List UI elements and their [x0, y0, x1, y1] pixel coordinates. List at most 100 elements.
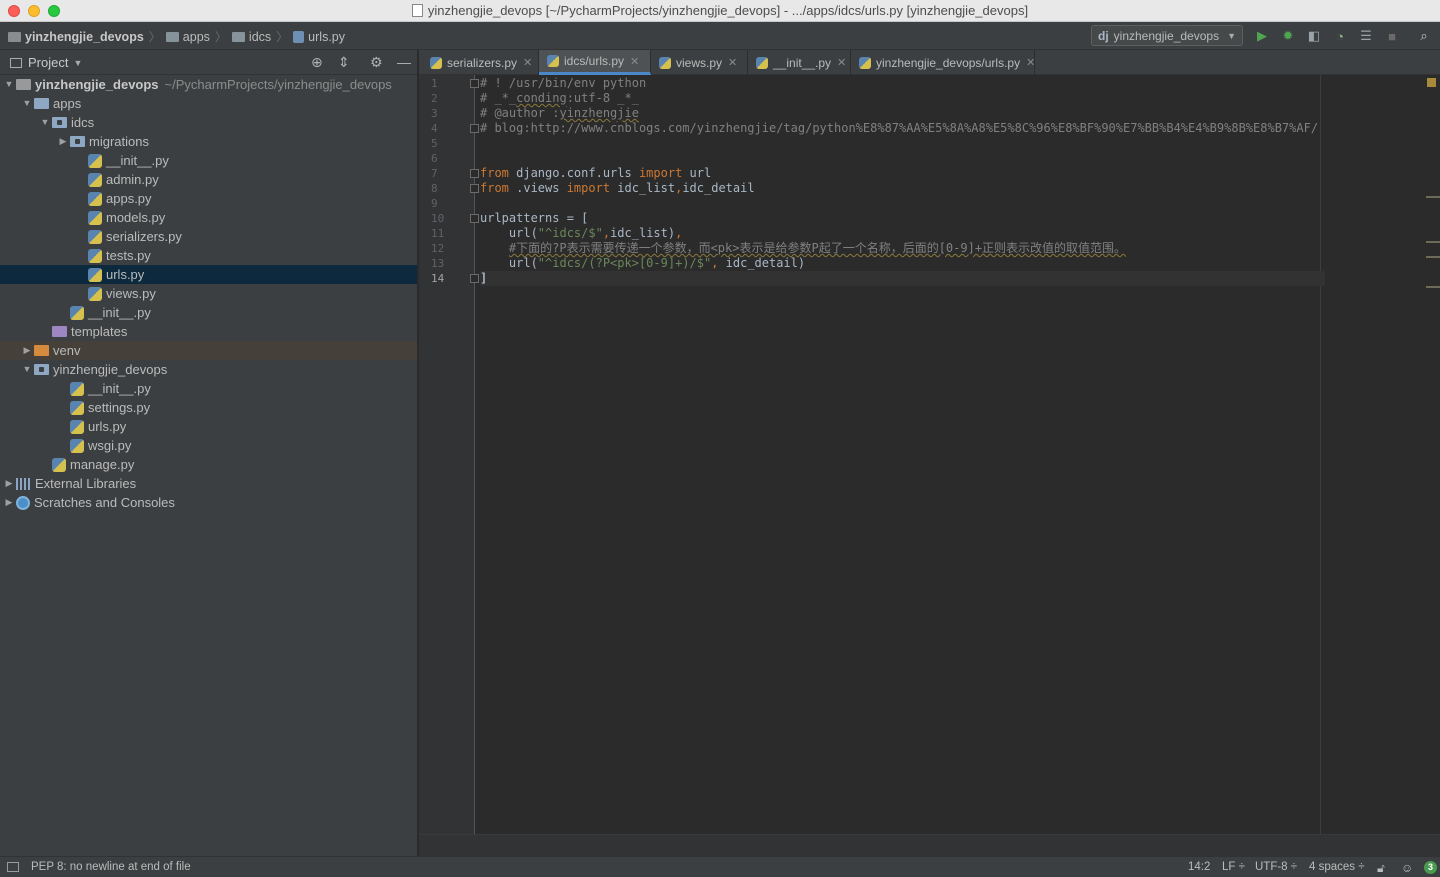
tree-item[interactable]: urls.py — [0, 265, 417, 284]
stop-icon[interactable]: ■ — [1384, 28, 1400, 44]
close-tab-icon[interactable]: ✕ — [728, 56, 737, 69]
code-line[interactable]: from django.conf.urls import url — [480, 166, 711, 181]
tree-item[interactable]: ▼ yinzhengjie_devops — [0, 360, 417, 379]
editor-tab[interactable]: views.py ✕ — [651, 50, 748, 75]
chevron-right-icon[interactable]: ▶ — [20, 341, 34, 360]
fold-marker-icon[interactable] — [470, 169, 479, 178]
gear-icon[interactable]: ⚙ — [370, 54, 383, 71]
code-line[interactable]: # @author :yinzhengjie — [480, 106, 639, 121]
code-line[interactable]: url("^idcs/(?P<pk>[0-9]+)/$", idc_detail… — [480, 256, 805, 271]
breadcrumb-item-project[interactable]: yinzhengjie_devops — [8, 30, 144, 44]
code-line[interactable]: from .views import idc_list,idc_detail — [480, 181, 755, 196]
tree-item[interactable]: admin.py — [0, 170, 417, 189]
code-token: #下面的?P表示需要传递一个参数，而<pk>表示是给参数P起了一个名称，后面的[… — [508, 241, 1127, 255]
tree-item[interactable]: ▼ apps — [0, 94, 417, 113]
fold-marker-icon[interactable] — [470, 184, 479, 193]
code-line[interactable]: # _*_conding:utf-8 _*_ — [480, 91, 639, 106]
close-tab-icon[interactable]: ✕ — [630, 55, 639, 68]
tree-item[interactable]: __init__.py — [0, 151, 417, 170]
fold-marker-icon[interactable] — [470, 124, 479, 133]
code-token: idc_detail) — [718, 256, 806, 270]
breadcrumb-item-apps[interactable]: apps — [165, 30, 210, 44]
code-line[interactable]: # ! /usr/bin/env python — [480, 76, 646, 91]
tool-windows-icon[interactable] — [7, 862, 19, 872]
line-number: 10 — [431, 212, 445, 225]
run-configuration-select[interactable]: dj yinzhengjie_devops ▼ — [1091, 25, 1243, 46]
chevron-down-icon[interactable]: ▼ — [2, 75, 16, 94]
chevron-right-icon[interactable]: ▶ — [2, 493, 16, 512]
encoding-select[interactable]: UTF-8 ÷ — [1255, 861, 1297, 873]
tree-item[interactable]: ▼ yinzhengjie_devops ~/PycharmProjects/yin… — [0, 75, 417, 94]
close-tab-icon[interactable]: ✕ — [523, 56, 532, 69]
chevron-down-icon[interactable]: ▼ — [38, 113, 52, 132]
error-stripe-mark[interactable] — [1426, 256, 1440, 258]
locate-icon[interactable]: ⊕ — [311, 54, 323, 71]
error-stripe-mark[interactable] — [1426, 241, 1440, 243]
fold-marker-icon[interactable] — [470, 214, 479, 223]
code-line[interactable]: url("^idcs/$",idc_list), — [480, 226, 682, 241]
code-editor[interactable]: 1 2 3 4 5 6 7 8 9 10 11 12 13 14 # ! /usr/bin/env pyt… — [419, 75, 1440, 834]
templates-folder-icon — [52, 326, 67, 337]
navigation-bar: yinzhengjie_devops 〉 apps 〉 idcs 〉 urls.… — [0, 22, 1440, 50]
tree-item[interactable]: wsgi.py — [0, 436, 417, 455]
inspection-status-icon[interactable] — [1427, 78, 1436, 87]
tree-item[interactable]: ▶ External Libraries — [0, 474, 417, 493]
editor-tab[interactable]: serializers.py ✕ — [422, 50, 539, 75]
tree-item[interactable]: ▼ idcs — [0, 113, 417, 132]
tree-item[interactable]: serializers.py — [0, 227, 417, 246]
error-stripe-mark[interactable] — [1426, 286, 1440, 288]
indent-select[interactable]: 4 spaces ÷ — [1309, 861, 1365, 873]
tree-item[interactable]: __init__.py — [0, 303, 417, 322]
hide-panel-icon[interactable]: — — [397, 54, 411, 70]
concurrency-icon[interactable]: ☰ — [1358, 28, 1374, 44]
line-separator-select[interactable]: LF ÷ — [1222, 861, 1245, 873]
code-line[interactable]: ] — [480, 271, 1325, 286]
run-icon[interactable]: ▶ — [1254, 28, 1270, 44]
line-number: 12 — [431, 242, 445, 255]
editor-tab[interactable]: __init__.py ✕ — [748, 50, 851, 75]
close-tab-icon[interactable]: ✕ — [837, 56, 846, 69]
chevron-down-icon[interactable]: ▼ — [20, 360, 34, 379]
tree-item[interactable]: templates — [0, 322, 417, 341]
chevron-right-icon[interactable]: ▶ — [56, 132, 70, 151]
code-line[interactable]: #下面的?P表示需要传递一个参数，而<pk>表示是给参数P起了一个名称，后面的[… — [480, 241, 1126, 256]
project-view-selector[interactable]: Project ▼ — [10, 55, 82, 70]
debug-icon[interactable]: ✹ — [1280, 28, 1296, 44]
tree-item[interactable]: ▶ migrations — [0, 132, 417, 151]
tree-item-label: __init__.py — [88, 305, 151, 320]
error-stripe-mark[interactable] — [1426, 196, 1440, 198]
tree-item[interactable]: views.py — [0, 284, 417, 303]
tree-item[interactable]: ▶ venv — [0, 341, 417, 360]
coverage-icon[interactable]: ◧ — [1306, 28, 1322, 44]
close-tab-icon[interactable]: ✕ — [1026, 56, 1035, 69]
horizontal-scrollbar[interactable] — [419, 834, 1440, 856]
fold-marker-icon[interactable] — [470, 79, 479, 88]
editor-tab[interactable]: yinzhengjie_devops/urls.py ✕ — [851, 50, 1035, 75]
fold-marker-icon[interactable] — [470, 274, 479, 283]
tree-item[interactable]: apps.py — [0, 189, 417, 208]
breadcrumb-item-file[interactable]: urls.py — [293, 30, 345, 44]
tree-item[interactable]: urls.py — [0, 417, 417, 436]
tree-item[interactable]: ▶ Scratches and Consoles — [0, 493, 417, 512]
code-line[interactable]: urlpatterns = [ — [480, 211, 588, 226]
caret-position[interactable]: 14:2 — [1188, 861, 1210, 873]
breadcrumb-item-idcs[interactable]: idcs — [231, 30, 271, 44]
notification-badge[interactable]: 3 — [1424, 861, 1437, 874]
inspector-icon[interactable]: ☺ — [1401, 861, 1413, 875]
tree-item[interactable]: models.py — [0, 208, 417, 227]
chevron-right-icon[interactable]: ▶ — [2, 474, 16, 493]
tree-item-label: urls.py — [88, 419, 127, 434]
tree-item[interactable]: settings.py — [0, 398, 417, 417]
editor-tab[interactable]: idcs/urls.py ✕ — [539, 50, 651, 75]
lock-icon[interactable]: 🔓︎ — [1377, 861, 1385, 876]
chevron-down-icon[interactable]: ▼ — [20, 94, 34, 113]
code-token: conding — [516, 91, 567, 105]
tree-item[interactable]: manage.py — [0, 455, 417, 474]
tree-item[interactable]: __init__.py — [0, 379, 417, 398]
profile-icon[interactable]: ◔ — [1332, 28, 1348, 44]
code-line[interactable]: # blog:http://www.cnblogs.com/yinzhengji… — [480, 121, 1318, 136]
tree-item[interactable]: tests.py — [0, 246, 417, 265]
tree-item-label: apps — [53, 96, 82, 111]
collapse-all-icon[interactable]: ⇕ — [338, 54, 350, 71]
search-icon[interactable]: ⌕ — [1416, 28, 1432, 44]
